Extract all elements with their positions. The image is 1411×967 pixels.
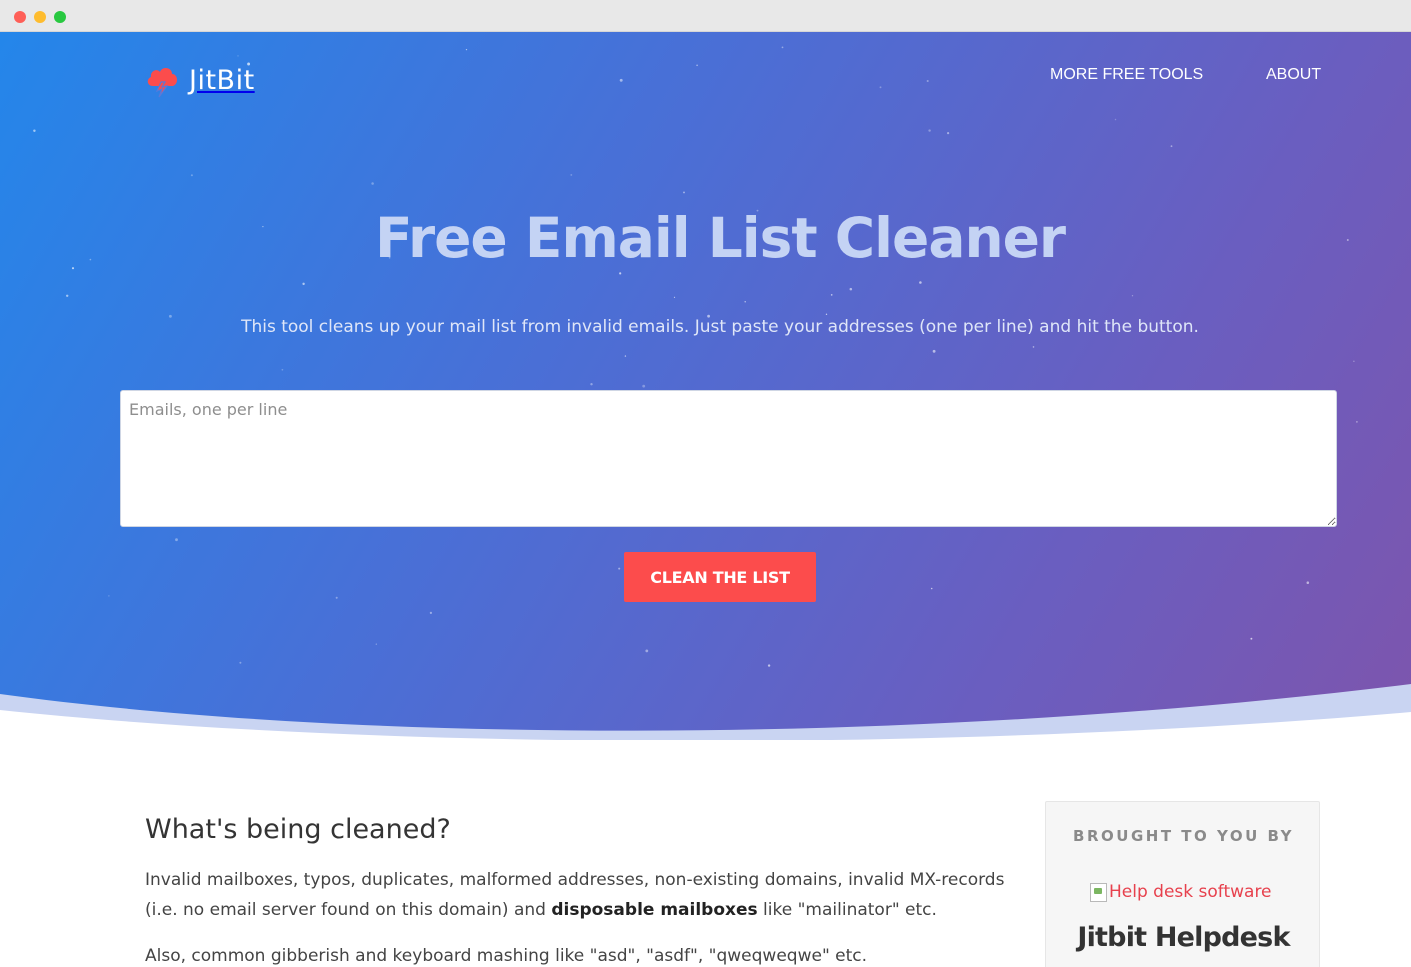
emails-textarea[interactable]: [120, 390, 1337, 527]
star-dot: [767, 664, 771, 667]
star-dot: [1114, 118, 1117, 121]
star-dot: [619, 78, 623, 82]
starfield-background: [33, 46, 1358, 667]
star-dot: [926, 79, 929, 83]
helpdesk-image-link[interactable]: Help desk software: [1090, 882, 1272, 902]
star-dot: [1306, 581, 1310, 584]
main-content: What's being cleaned? Invalid mailboxes,…: [0, 740, 1411, 967]
star-dot: [590, 383, 593, 386]
star-dot: [696, 64, 698, 67]
star-dot: [375, 643, 377, 645]
star-dot: [237, 55, 239, 57]
star-dot: [830, 294, 833, 296]
star-dot: [624, 355, 627, 357]
star-dot: [642, 384, 646, 388]
window-minimize-button[interactable]: [34, 11, 46, 23]
star-dot: [570, 173, 573, 176]
star-dot: [190, 174, 193, 177]
nav-about[interactable]: ABOUT: [1266, 66, 1321, 84]
star-dot: [919, 281, 922, 284]
star-dot: [371, 182, 374, 185]
sponsor-box: BROUGHT TO YOU BY Help desk software Jit…: [1045, 801, 1320, 967]
star-dot: [281, 368, 284, 371]
nav-more-free-tools[interactable]: MORE FREE TOOLS: [1050, 66, 1203, 84]
star-dot: [1170, 145, 1173, 148]
jitbit-logo-link[interactable]: JitBit: [144, 62, 255, 98]
window-close-button[interactable]: [14, 11, 26, 23]
paragraph-bold-text: disposable mailboxes: [551, 900, 758, 920]
star-dot: [1131, 295, 1134, 297]
star-dot: [239, 661, 242, 664]
star-dot: [1032, 346, 1035, 348]
star-dot: [175, 538, 178, 542]
star-dot: [879, 86, 882, 89]
star-dot: [465, 48, 468, 51]
image-alt-text: Help desk software: [1109, 882, 1272, 902]
hero-subtitle: This tool cleans up your mail list from …: [241, 317, 1199, 337]
sponsor-name: Jitbit Helpdesk: [1077, 922, 1290, 953]
section-title: What's being cleaned?: [145, 814, 451, 845]
star-dot: [33, 129, 36, 133]
star-dot: [932, 349, 936, 353]
star-dot: [1356, 421, 1358, 423]
star-dot: [849, 287, 853, 291]
star-dot: [619, 272, 622, 275]
star-dot: [673, 296, 676, 299]
gibberish-paragraph: Also, common gibberish and keyboard mash…: [145, 946, 868, 966]
star-dot: [683, 191, 685, 194]
star-dot: [108, 595, 110, 597]
star-dot: [429, 611, 433, 615]
star-dot: [781, 46, 784, 49]
star-dot: [947, 132, 950, 135]
broken-image-icon: [1090, 882, 1107, 902]
star-dot: [335, 596, 338, 599]
hero-wave-divider: [0, 684, 1411, 740]
window-zoom-button[interactable]: [54, 11, 66, 23]
browser-titlebar: [0, 0, 1411, 32]
star-dot: [618, 567, 621, 570]
star-dot: [930, 587, 933, 590]
star-dot: [825, 313, 828, 315]
clean-the-list-button[interactable]: CLEAN THE LIST: [624, 552, 816, 602]
star-dot: [1250, 637, 1253, 640]
cleaned-items-paragraph: Invalid mailboxes, typos, duplicates, ma…: [145, 865, 1005, 925]
star-dot: [928, 129, 931, 132]
logo-text: JitBit: [189, 64, 255, 96]
sponsor-label: BROUGHT TO YOU BY: [1073, 827, 1294, 845]
star-dot: [744, 301, 746, 303]
star-dot: [645, 649, 649, 653]
page-title: Free Email List Cleaner: [374, 206, 1066, 270]
star-dot: [65, 294, 69, 298]
star-dot: [302, 282, 305, 286]
star-dot: [1353, 360, 1355, 362]
cloud-lightning-icon: [147, 68, 178, 98]
paragraph-text-end: like "mailinator" etc.: [757, 900, 937, 920]
hero-section: JitBit MORE FREE TOOLS ABOUT Free Email …: [0, 32, 1411, 740]
